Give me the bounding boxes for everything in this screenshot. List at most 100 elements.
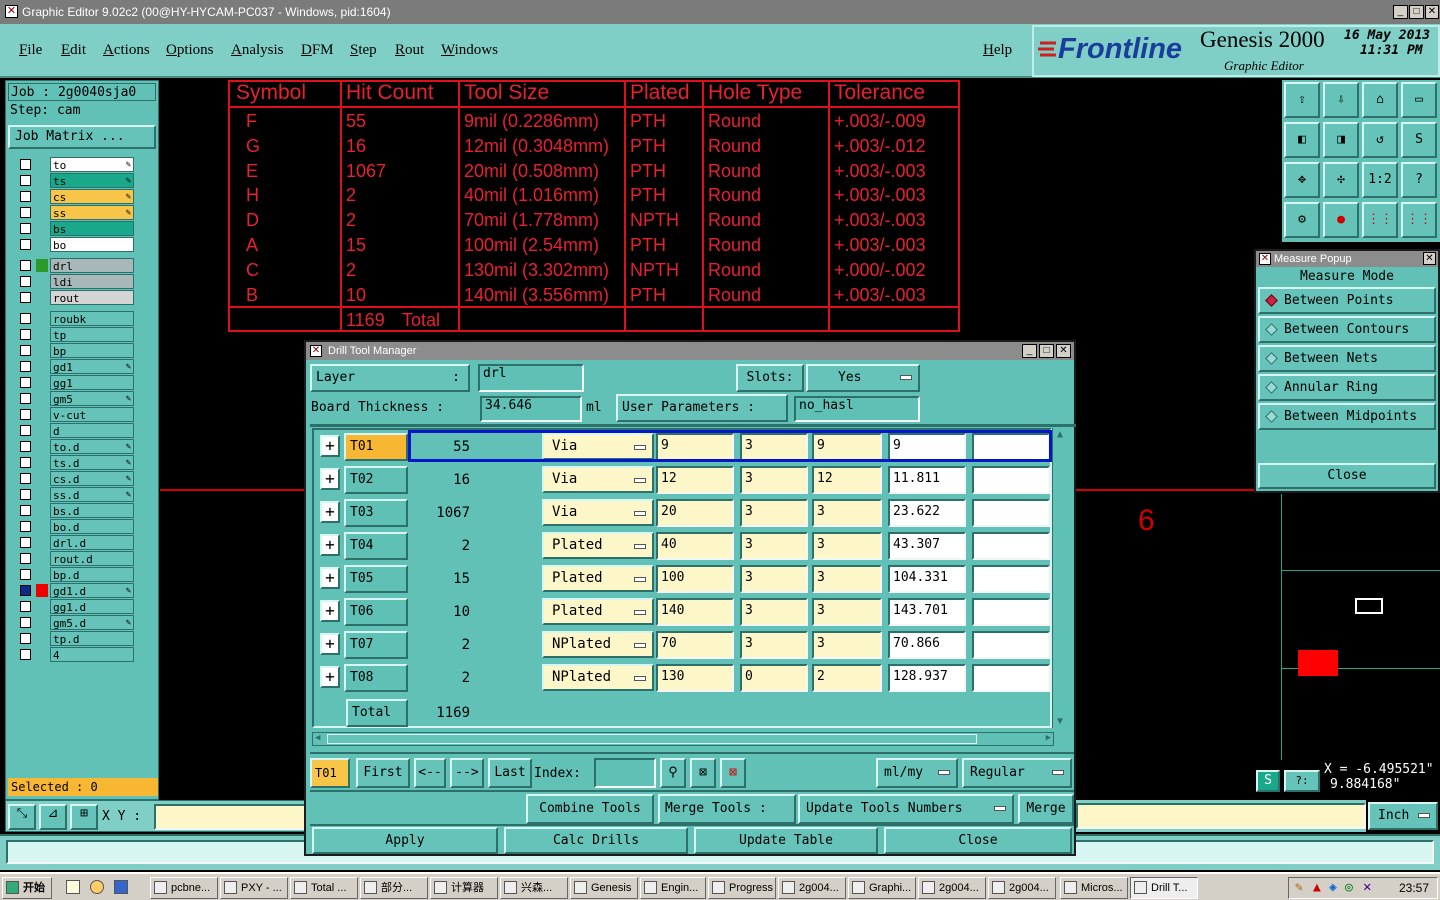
- scroll-up-icon[interactable]: ▲: [1057, 429, 1063, 440]
- layer-checkbox[interactable]: [20, 505, 31, 516]
- taskbar-item[interactable]: PXY - ...: [220, 877, 288, 899]
- expand-icon[interactable]: +: [320, 468, 340, 490]
- layer-row[interactable]: bo: [16, 237, 134, 252]
- layer-checkbox[interactable]: [20, 521, 31, 532]
- layer-name-drl.d[interactable]: drl.d: [50, 535, 134, 550]
- measure-close-icon[interactable]: ✕: [1423, 252, 1436, 265]
- measure-close-button[interactable]: Close: [1258, 463, 1436, 489]
- home-icon[interactable]: ⌂: [1362, 82, 1398, 118]
- layer-checkbox[interactable]: [20, 239, 31, 250]
- drill-size-input[interactable]: 100: [656, 565, 734, 593]
- layer-name-v-cut[interactable]: v-cut: [50, 407, 134, 422]
- last-button[interactable]: Last: [488, 758, 532, 788]
- layer-checkbox[interactable]: [20, 457, 31, 468]
- layer-row[interactable]: gm5.d ✎: [16, 615, 134, 630]
- tool-type-dropdown[interactable]: Via: [542, 499, 654, 526]
- layer-row[interactable]: gm5 ✎: [16, 391, 134, 406]
- slots-dropdown[interactable]: Yes: [806, 364, 920, 392]
- layer-checkbox[interactable]: [20, 537, 31, 548]
- tol-plus-input[interactable]: 3: [740, 499, 808, 527]
- tol-minus-input[interactable]: 3: [812, 565, 882, 593]
- grid-icon[interactable]: ⊞: [70, 804, 98, 830]
- update-table-button[interactable]: Update Table: [694, 827, 878, 854]
- extra-input[interactable]: [972, 499, 1050, 527]
- taskbar-item[interactable]: Progress: [708, 877, 776, 899]
- start-button[interactable]: 开始: [2, 877, 52, 899]
- layer-name-bo[interactable]: bo: [50, 237, 134, 252]
- layer-name-tp.d[interactable]: tp.d: [50, 631, 134, 646]
- layer-row[interactable]: gg1.d: [16, 599, 134, 614]
- measure-option[interactable]: Between Points: [1258, 287, 1436, 314]
- drill-size-input[interactable]: 40: [656, 532, 734, 560]
- tray-triangle-icon[interactable]: ▲: [1313, 880, 1321, 895]
- tray-shield-icon[interactable]: ◎: [1345, 880, 1353, 895]
- drill-size-input[interactable]: 140: [656, 598, 734, 626]
- finish-size-input[interactable]: 23.622: [888, 499, 966, 527]
- apply-button[interactable]: Apply: [312, 827, 498, 854]
- maximize-button[interactable]: □: [1409, 5, 1424, 19]
- menu-rout[interactable]: Rout: [395, 42, 424, 59]
- layer-checkbox[interactable]: [20, 633, 31, 644]
- layer-row[interactable]: ts.d ✎: [16, 455, 134, 470]
- layer-name-gg1.d[interactable]: gg1.d: [50, 599, 134, 614]
- layer-checkbox[interactable]: [20, 409, 31, 420]
- layer-name-bp.d[interactable]: bp.d: [50, 567, 134, 582]
- layer-row[interactable]: drl: [16, 258, 134, 273]
- layer-row[interactable]: drl.d: [16, 535, 134, 550]
- layer-name-to[interactable]: to ✎: [50, 157, 134, 172]
- layer-name-drl[interactable]: drl: [50, 258, 134, 273]
- scroll-right-icon[interactable]: ▶: [1046, 733, 1051, 743]
- select-icon[interactable]: ⊠: [690, 758, 716, 788]
- taskbar-item[interactable]: 2g004...: [988, 877, 1056, 899]
- layer-row[interactable]: gd1 ✎: [16, 359, 134, 374]
- expand-icon[interactable]: +: [320, 501, 340, 523]
- menu-step[interactable]: Step: [350, 42, 377, 59]
- layer-row[interactable]: tp: [16, 327, 134, 342]
- find-icon[interactable]: ⚲: [660, 758, 686, 788]
- layer-name-gd1.d[interactable]: gd1.d ✎: [50, 583, 134, 598]
- layer-checkbox[interactable]: [20, 276, 31, 287]
- merge-button[interactable]: Merge: [1018, 794, 1074, 824]
- next-button[interactable]: -->: [450, 758, 484, 788]
- minimize-button[interactable]: _: [1393, 5, 1408, 19]
- zoom-in-icon[interactable]: ◧: [1284, 122, 1320, 158]
- scroll-thumb[interactable]: [327, 734, 977, 744]
- layer-checkbox[interactable]: [20, 292, 31, 303]
- tol-plus-input[interactable]: 3: [740, 565, 808, 593]
- dtm-close-icon[interactable]: ✕: [1056, 344, 1071, 358]
- menu-windows[interactable]: Windows: [441, 42, 498, 59]
- taskbar-item[interactable]: 2g004...: [778, 877, 846, 899]
- pan-icon[interactable]: ✣: [1323, 162, 1359, 198]
- finish-size-input[interactable]: 43.307: [888, 532, 966, 560]
- scroll-left-icon[interactable]: ◀: [315, 733, 320, 743]
- layer-name-roubk[interactable]: roubk: [50, 311, 134, 326]
- finish-size-input[interactable]: 11.811: [888, 466, 966, 494]
- layer-checkbox[interactable]: [20, 361, 31, 372]
- layer-row[interactable]: bs.d: [16, 503, 134, 518]
- layer-checkbox[interactable]: [20, 649, 31, 660]
- scale-icon[interactable]: 1:2: [1362, 162, 1398, 198]
- layer-row[interactable]: 4: [16, 647, 134, 662]
- menu-options[interactable]: Options: [166, 42, 214, 59]
- layer-row[interactable]: v-cut: [16, 407, 134, 422]
- layer-name-4[interactable]: 4: [50, 647, 134, 662]
- taskbar-item[interactable]: 兴森...: [500, 877, 568, 899]
- layer-row[interactable]: bs: [16, 221, 134, 236]
- tool-type-dropdown[interactable]: Plated: [542, 532, 654, 559]
- tol-minus-input[interactable]: 3: [812, 598, 882, 626]
- tol-minus-input[interactable]: 3: [812, 631, 882, 659]
- measure-option[interactable]: Between Midpoints: [1258, 403, 1436, 430]
- layer-checkbox[interactable]: [20, 223, 31, 234]
- tool-row[interactable]: + T05 15 Plated 100 3 3 104.331: [314, 562, 1050, 595]
- help-icon[interactable]: ?: [1401, 162, 1437, 198]
- update-tools-numbers-dropdown[interactable]: Update Tools Numbers: [798, 794, 1014, 824]
- layer-checkbox[interactable]: [20, 260, 31, 271]
- tol-minus-input[interactable]: 2: [812, 664, 882, 692]
- layer-checkbox[interactable]: [20, 175, 31, 186]
- tool-type-dropdown[interactable]: NPlated: [542, 664, 654, 691]
- export-icon[interactable]: ⇩: [1323, 82, 1359, 118]
- board-thickness-field[interactable]: 34.646: [480, 396, 582, 422]
- tool-type-dropdown[interactable]: NPlated: [542, 631, 654, 658]
- layers-icon[interactable]: ⋮⋮: [1401, 202, 1437, 238]
- xy-input[interactable]: [154, 804, 306, 830]
